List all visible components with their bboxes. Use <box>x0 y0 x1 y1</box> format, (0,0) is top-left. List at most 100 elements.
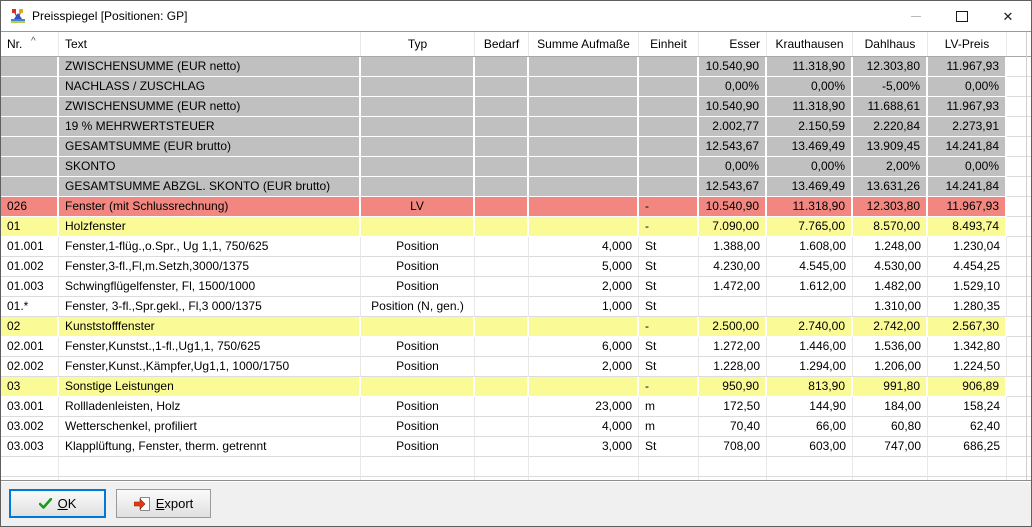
table-row[interactable]: 03.001Rollladenleisten, HolzPosition23,0… <box>1 397 1031 417</box>
cell-bedarf <box>475 197 529 217</box>
close-icon: ✕ <box>1003 10 1014 23</box>
row-filler <box>1007 457 1031 477</box>
table-row[interactable]: ZWISCHENSUMME (EUR netto) 10.540,9011.318… <box>1 57 1031 77</box>
cell-bedarf <box>475 57 529 77</box>
cell-nr: 026 <box>1 197 59 217</box>
cell-typ: Position <box>361 437 475 457</box>
cell-text: Fenster,Kunstst.,1-fl.,Ug1,1, 750/625 <box>59 337 361 357</box>
cell-krauthausen: 1.294,00 <box>767 357 853 377</box>
cell-einheit <box>639 57 699 77</box>
cell-dahlhaus: 12.303,80 <box>853 197 928 217</box>
cell-nr <box>1 177 59 197</box>
cell-einheit: - <box>639 217 699 237</box>
table-row[interactable]: 026Fenster (mit Schlussrechnung)LV-10.54… <box>1 197 1031 217</box>
cell-summe: 5,000 <box>529 257 639 277</box>
cell-lv_preis: 8.493,74 <box>928 217 1007 237</box>
cell-summe <box>529 137 639 157</box>
cell-einheit <box>639 177 699 197</box>
table-row[interactable]: 03.003Klapplüftung, Fenster, therm. getr… <box>1 437 1031 457</box>
cell-text: ZWISCHENSUMME (EUR netto) <box>59 57 361 77</box>
empty-cell <box>59 477 361 480</box>
button-panel: OK Export <box>1 480 1031 526</box>
column-header-dahlhaus[interactable]: Dahlhaus <box>853 32 928 56</box>
table-row[interactable]: 01.002Fenster,3-fl.,Fl,m.Setzh,3000/1375… <box>1 257 1031 277</box>
ok-button[interactable]: OK <box>9 489 106 518</box>
row-filler <box>1007 377 1031 397</box>
cell-summe <box>529 317 639 337</box>
cell-summe: 2,000 <box>529 277 639 297</box>
column-header-krauthausen[interactable]: Krauthausen <box>767 32 853 56</box>
cell-esser: 7.090,00 <box>699 217 767 237</box>
cell-bedarf <box>475 97 529 117</box>
table-row[interactable]: 02Kunststofffenster-2.500,002.740,002.74… <box>1 317 1031 337</box>
empty-cell <box>475 477 529 480</box>
column-header-esser[interactable]: Esser <box>699 32 767 56</box>
cell-nr: 03.003 <box>1 437 59 457</box>
column-header-nr[interactable]: Nr.^ <box>1 32 59 56</box>
table-row[interactable]: GESAMTSUMME (EUR brutto)12.543,6713.469,… <box>1 137 1031 157</box>
empty-cell <box>529 477 639 480</box>
table-row[interactable]: 01Holzfenster-7.090,007.765,008.570,008.… <box>1 217 1031 237</box>
table-row[interactable]: SKONTO0,00%0,00%2,00%0,00% <box>1 157 1031 177</box>
column-header-lv_preis[interactable]: LV-Preis <box>928 32 1007 56</box>
cell-esser: 0,00% <box>699 157 767 177</box>
cell-einheit <box>639 157 699 177</box>
cell-bedarf <box>475 117 529 137</box>
column-header-typ[interactable]: Typ <box>361 32 475 56</box>
cell-esser: 172,50 <box>699 397 767 417</box>
table-row[interactable]: ZWISCHENSUMME (EUR netto)10.540,9011.318… <box>1 97 1031 117</box>
table-row[interactable]: 01.001Fenster,1-flüg.,o.Spr., Ug 1,1, 75… <box>1 237 1031 257</box>
cell-lv_preis: 4.454,25 <box>928 257 1007 277</box>
cell-nr: 02.002 <box>1 357 59 377</box>
cell-krauthausen: 11.318,90 <box>767 97 853 117</box>
column-header-einheit[interactable]: Einheit <box>639 32 699 56</box>
row-filler <box>1007 157 1031 177</box>
empty-cell <box>361 457 475 477</box>
cell-einheit: - <box>639 377 699 397</box>
cell-dahlhaus: 747,00 <box>853 437 928 457</box>
cell-text: Schwingflügelfenster, Fl, 1500/1000 <box>59 277 361 297</box>
cell-nr: 01.* <box>1 297 59 317</box>
cell-dahlhaus: 13.909,45 <box>853 137 928 157</box>
cell-nr: 02.001 <box>1 337 59 357</box>
table-row[interactable]: 02.002Fenster,Kunst.,Kämpfer,Ug1,1, 1000… <box>1 357 1031 377</box>
minimize-button <box>893 1 939 31</box>
row-filler <box>1007 217 1031 237</box>
table-row[interactable]: 01.003Schwingflügelfenster, Fl, 1500/100… <box>1 277 1031 297</box>
table-row[interactable]: 19 % MEHRWERTSTEUER2.002,772.150,592.220… <box>1 117 1031 137</box>
table-row[interactable]: 01.*Fenster, 3-fl.,Spr.gekl., Fl,3 000/1… <box>1 297 1031 317</box>
cell-krauthausen: 0,00% <box>767 77 853 97</box>
cell-krauthausen: 11.318,90 <box>767 57 853 77</box>
table-row[interactable]: 02.001Fenster,Kunstst.,1-fl.,Ug1,1, 750/… <box>1 337 1031 357</box>
column-header-text[interactable]: Text <box>59 32 361 56</box>
cell-typ <box>361 57 475 77</box>
cell-einheit: St <box>639 337 699 357</box>
cell-summe: 1,000 <box>529 297 639 317</box>
cell-esser: 10.540,90 <box>699 57 767 77</box>
window-controls: ✕ <box>893 1 1031 31</box>
cell-nr: 02 <box>1 317 59 337</box>
row-filler <box>1007 437 1031 457</box>
cell-summe <box>529 217 639 237</box>
empty-cell <box>928 457 1007 477</box>
close-button[interactable]: ✕ <box>985 1 1031 31</box>
cell-text: Fenster (mit Schlussrechnung) <box>59 197 361 217</box>
cell-summe <box>529 377 639 397</box>
table-row[interactable]: 03Sonstige Leistungen-950,90813,90991,80… <box>1 377 1031 397</box>
table-row[interactable]: NACHLASS / ZUSCHLAG0,00%0,00%-5,00%0,00% <box>1 77 1031 97</box>
cell-esser: 12.543,67 <box>699 137 767 157</box>
export-button[interactable]: Export <box>116 489 211 518</box>
column-header-summe[interactable]: Summe Aufmaße <box>529 32 639 56</box>
table-row[interactable]: 03.002Wetterschenkel, profiliertPosition… <box>1 417 1031 437</box>
cell-einheit: m <box>639 397 699 417</box>
cell-text: Fenster,3-fl.,Fl,m.Setzh,3000/1375 <box>59 257 361 277</box>
cell-text: GESAMTSUMME (EUR brutto) <box>59 137 361 157</box>
row-filler <box>1007 417 1031 437</box>
cell-bedarf <box>475 437 529 457</box>
cell-esser: 1.272,00 <box>699 337 767 357</box>
column-header-bedarf[interactable]: Bedarf <box>475 32 529 56</box>
cell-nr: 03.001 <box>1 397 59 417</box>
table-row[interactable]: GESAMTSUMME ABZGL. SKONTO (EUR brutto)12… <box>1 177 1031 197</box>
window-title: Preisspiegel [Positionen: GP] <box>32 9 187 23</box>
maximize-button[interactable] <box>939 1 985 31</box>
